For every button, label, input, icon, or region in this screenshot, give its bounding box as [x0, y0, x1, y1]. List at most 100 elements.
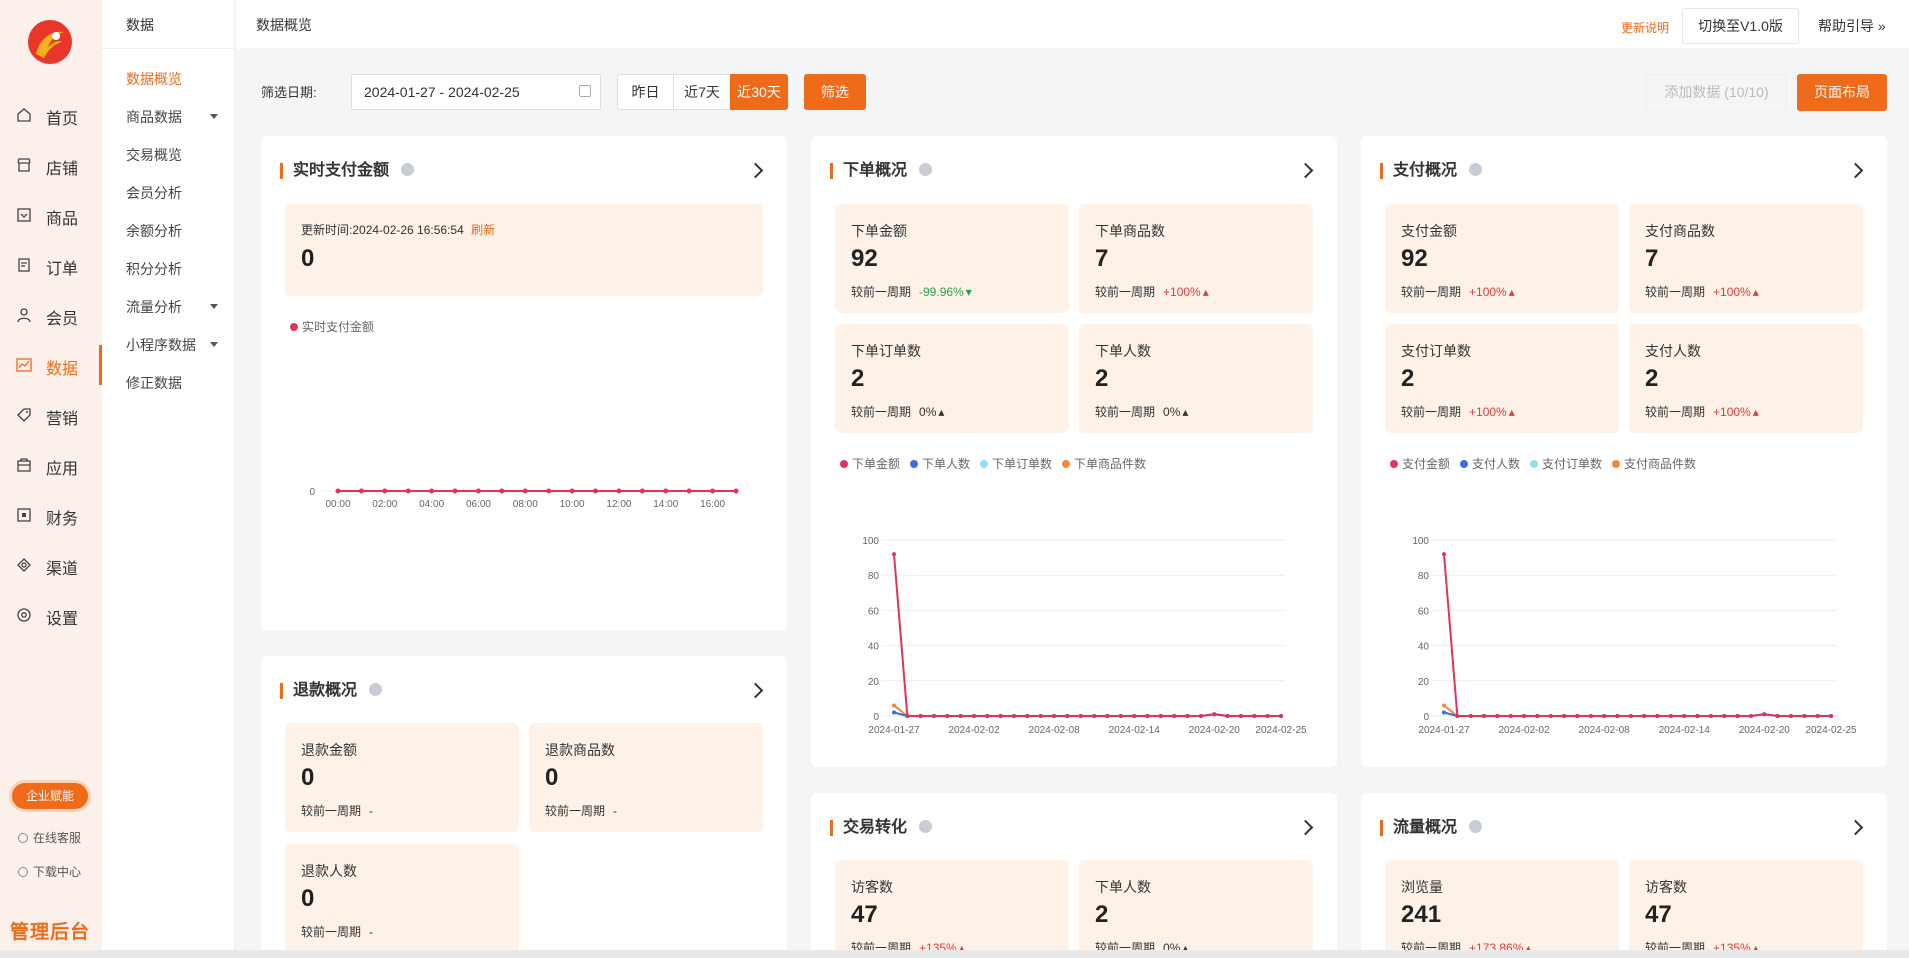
- data-point: [1522, 714, 1527, 718]
- metric-card: 支付金额 92 较前一周期 +100% ▴: [1385, 204, 1619, 313]
- online-service-link[interactable]: 在线客服: [18, 829, 81, 846]
- payment-overview-card: 支付概况 支付金额 92 较前一周期 +100% ▴ 支付商品数 7 较前一周期 +1…: [1361, 136, 1887, 767]
- nav-goods[interactable]: 商品: [0, 195, 102, 235]
- info-icon[interactable]: [919, 163, 933, 176]
- legend-item[interactable]: 支付商品件数: [1612, 455, 1696, 472]
- chevron-right-icon[interactable]: [747, 682, 764, 699]
- help-guide-link[interactable]: 帮助引导 »: [1818, 16, 1886, 36]
- nav-marketing[interactable]: 营销: [0, 395, 102, 435]
- legend-item[interactable]: 下单订单数: [980, 455, 1052, 472]
- chevron-right-icon[interactable]: [1847, 162, 1864, 179]
- y-tick-label: 0: [309, 487, 315, 498]
- legend-item[interactable]: 下单商品件数: [1062, 455, 1146, 472]
- add-data-button[interactable]: 添加数据 (10/10): [1646, 74, 1787, 111]
- legend-item[interactable]: 支付金额: [1390, 455, 1450, 472]
- home-icon: [17, 108, 31, 122]
- metric-change: -: [613, 804, 618, 818]
- chart-legend: 下单金额 下单人数 下单订单数 下单商品件数: [840, 455, 1146, 472]
- switch-version-button[interactable]: 切换至V1.0版: [1682, 8, 1799, 44]
- metric-label: 浏览量: [1401, 879, 1443, 895]
- legend-item[interactable]: 支付订单数: [1530, 455, 1602, 472]
- metric-compare: 较前一周期 -: [301, 802, 373, 819]
- subnav-overview[interactable]: 数据概览: [126, 69, 226, 89]
- range-yesterday[interactable]: 昨日: [617, 74, 674, 110]
- y-tick-label: 80: [868, 571, 880, 582]
- refresh-link[interactable]: 刷新: [471, 223, 495, 237]
- legend-item[interactable]: 支付人数: [1460, 455, 1520, 472]
- data-point: [1078, 714, 1083, 718]
- nav-settings[interactable]: 设置: [0, 595, 102, 635]
- subnav-label: 会员分析: [126, 185, 182, 201]
- page-layout-button[interactable]: 页面布局: [1797, 74, 1887, 111]
- nav-finance[interactable]: 财务: [0, 495, 102, 535]
- chevron-right-icon[interactable]: [747, 162, 764, 179]
- chevron-right-icon[interactable]: [1847, 819, 1864, 836]
- data-point: [1455, 714, 1460, 718]
- info-icon[interactable]: [1469, 820, 1483, 833]
- metric-card: 下单金额 92 较前一周期 -99.96% ▾: [835, 204, 1069, 313]
- range-7days[interactable]: 近7天: [673, 74, 731, 110]
- y-tick-label: 60: [868, 606, 880, 617]
- data-point: [1252, 714, 1257, 718]
- x-tick-label: 04:00: [419, 499, 444, 510]
- nav-label: 首页: [46, 111, 79, 128]
- nav-apps[interactable]: 应用: [0, 445, 102, 485]
- subnav-points-analysis[interactable]: 积分分析: [126, 259, 226, 279]
- subnav-goods-data[interactable]: 商品数据: [126, 107, 226, 127]
- data-point: [1038, 714, 1043, 718]
- metric-card: 访客数 47 较前一周期 +135% ▴: [835, 860, 1069, 958]
- subnav-fix-data[interactable]: 修正数据: [126, 373, 226, 393]
- metric-change: +100%: [1713, 405, 1751, 419]
- nav-data[interactable]: 数据: [0, 345, 102, 385]
- compare-label: 较前一周期: [301, 925, 362, 939]
- legend-item[interactable]: 实时支付金额: [290, 318, 374, 335]
- metric-card: 支付商品数 7 较前一周期 +100% ▴: [1629, 204, 1863, 313]
- info-icon[interactable]: [401, 163, 415, 176]
- conversion-card: 交易转化 访客数 47 较前一周期 +135% ▴ 下单人数 2 较前一周期 0% ▴: [811, 793, 1337, 958]
- data-point: [1815, 714, 1820, 718]
- chevron-right-icon[interactable]: [1297, 162, 1314, 179]
- nav-members[interactable]: 会员: [0, 295, 102, 335]
- legend-item[interactable]: 下单人数: [910, 455, 970, 472]
- nav-home[interactable]: 首页: [0, 95, 102, 135]
- data-point: [1482, 714, 1487, 718]
- data-point: [1105, 714, 1110, 718]
- filter-button[interactable]: 筛选: [804, 74, 866, 110]
- y-tick-label: 100: [862, 536, 879, 547]
- compare-label: 较前一周期: [1401, 285, 1462, 299]
- horizontal-scrollbar[interactable]: [0, 950, 1909, 958]
- range-30days[interactable]: 近30天: [730, 74, 788, 110]
- x-tick-label: 2024-02-20: [1739, 725, 1791, 736]
- date-range-picker[interactable]: 2024-01-27 - 2024-02-25: [351, 74, 601, 110]
- info-icon[interactable]: [1469, 163, 1483, 176]
- data-point: [1682, 714, 1687, 718]
- subnav-miniprogram-data[interactable]: 小程序数据: [126, 335, 226, 355]
- data-point: [1238, 714, 1243, 718]
- subnav-trade[interactable]: 交易概览: [126, 145, 226, 165]
- enterprise-button[interactable]: 企业赋能: [12, 783, 88, 809]
- update-notes-link[interactable]: 更新说明: [1621, 19, 1669, 36]
- data-point: [1655, 714, 1660, 718]
- info-icon[interactable]: [369, 683, 383, 696]
- legend-item[interactable]: 下单金额: [840, 455, 900, 472]
- chevron-right-icon[interactable]: [1297, 819, 1314, 836]
- compare-label: 较前一周期: [1401, 405, 1462, 419]
- nav-shop[interactable]: 店铺: [0, 145, 102, 185]
- subnav-balance-analysis[interactable]: 余额分析: [126, 221, 226, 241]
- legend-dot: [1062, 459, 1071, 468]
- download-center-link[interactable]: 下载中心: [18, 863, 81, 880]
- subnav-member-analysis[interactable]: 会员分析: [126, 183, 226, 203]
- metric-value: 47: [851, 901, 878, 928]
- realtime-value: 0: [301, 245, 315, 272]
- chart-icon: [16, 358, 32, 372]
- info-icon[interactable]: [919, 820, 933, 833]
- x-tick-label: 00:00: [325, 499, 350, 510]
- data-point: [1052, 714, 1057, 718]
- subnav-traffic-analysis[interactable]: 流量分析: [126, 297, 226, 317]
- data-point: [1468, 714, 1473, 718]
- data-point: [1092, 714, 1097, 718]
- nav-channels[interactable]: 渠道: [0, 545, 102, 585]
- metric-change: 0%: [919, 405, 937, 419]
- data-point: [1602, 714, 1607, 718]
- nav-orders[interactable]: 订单: [0, 245, 102, 285]
